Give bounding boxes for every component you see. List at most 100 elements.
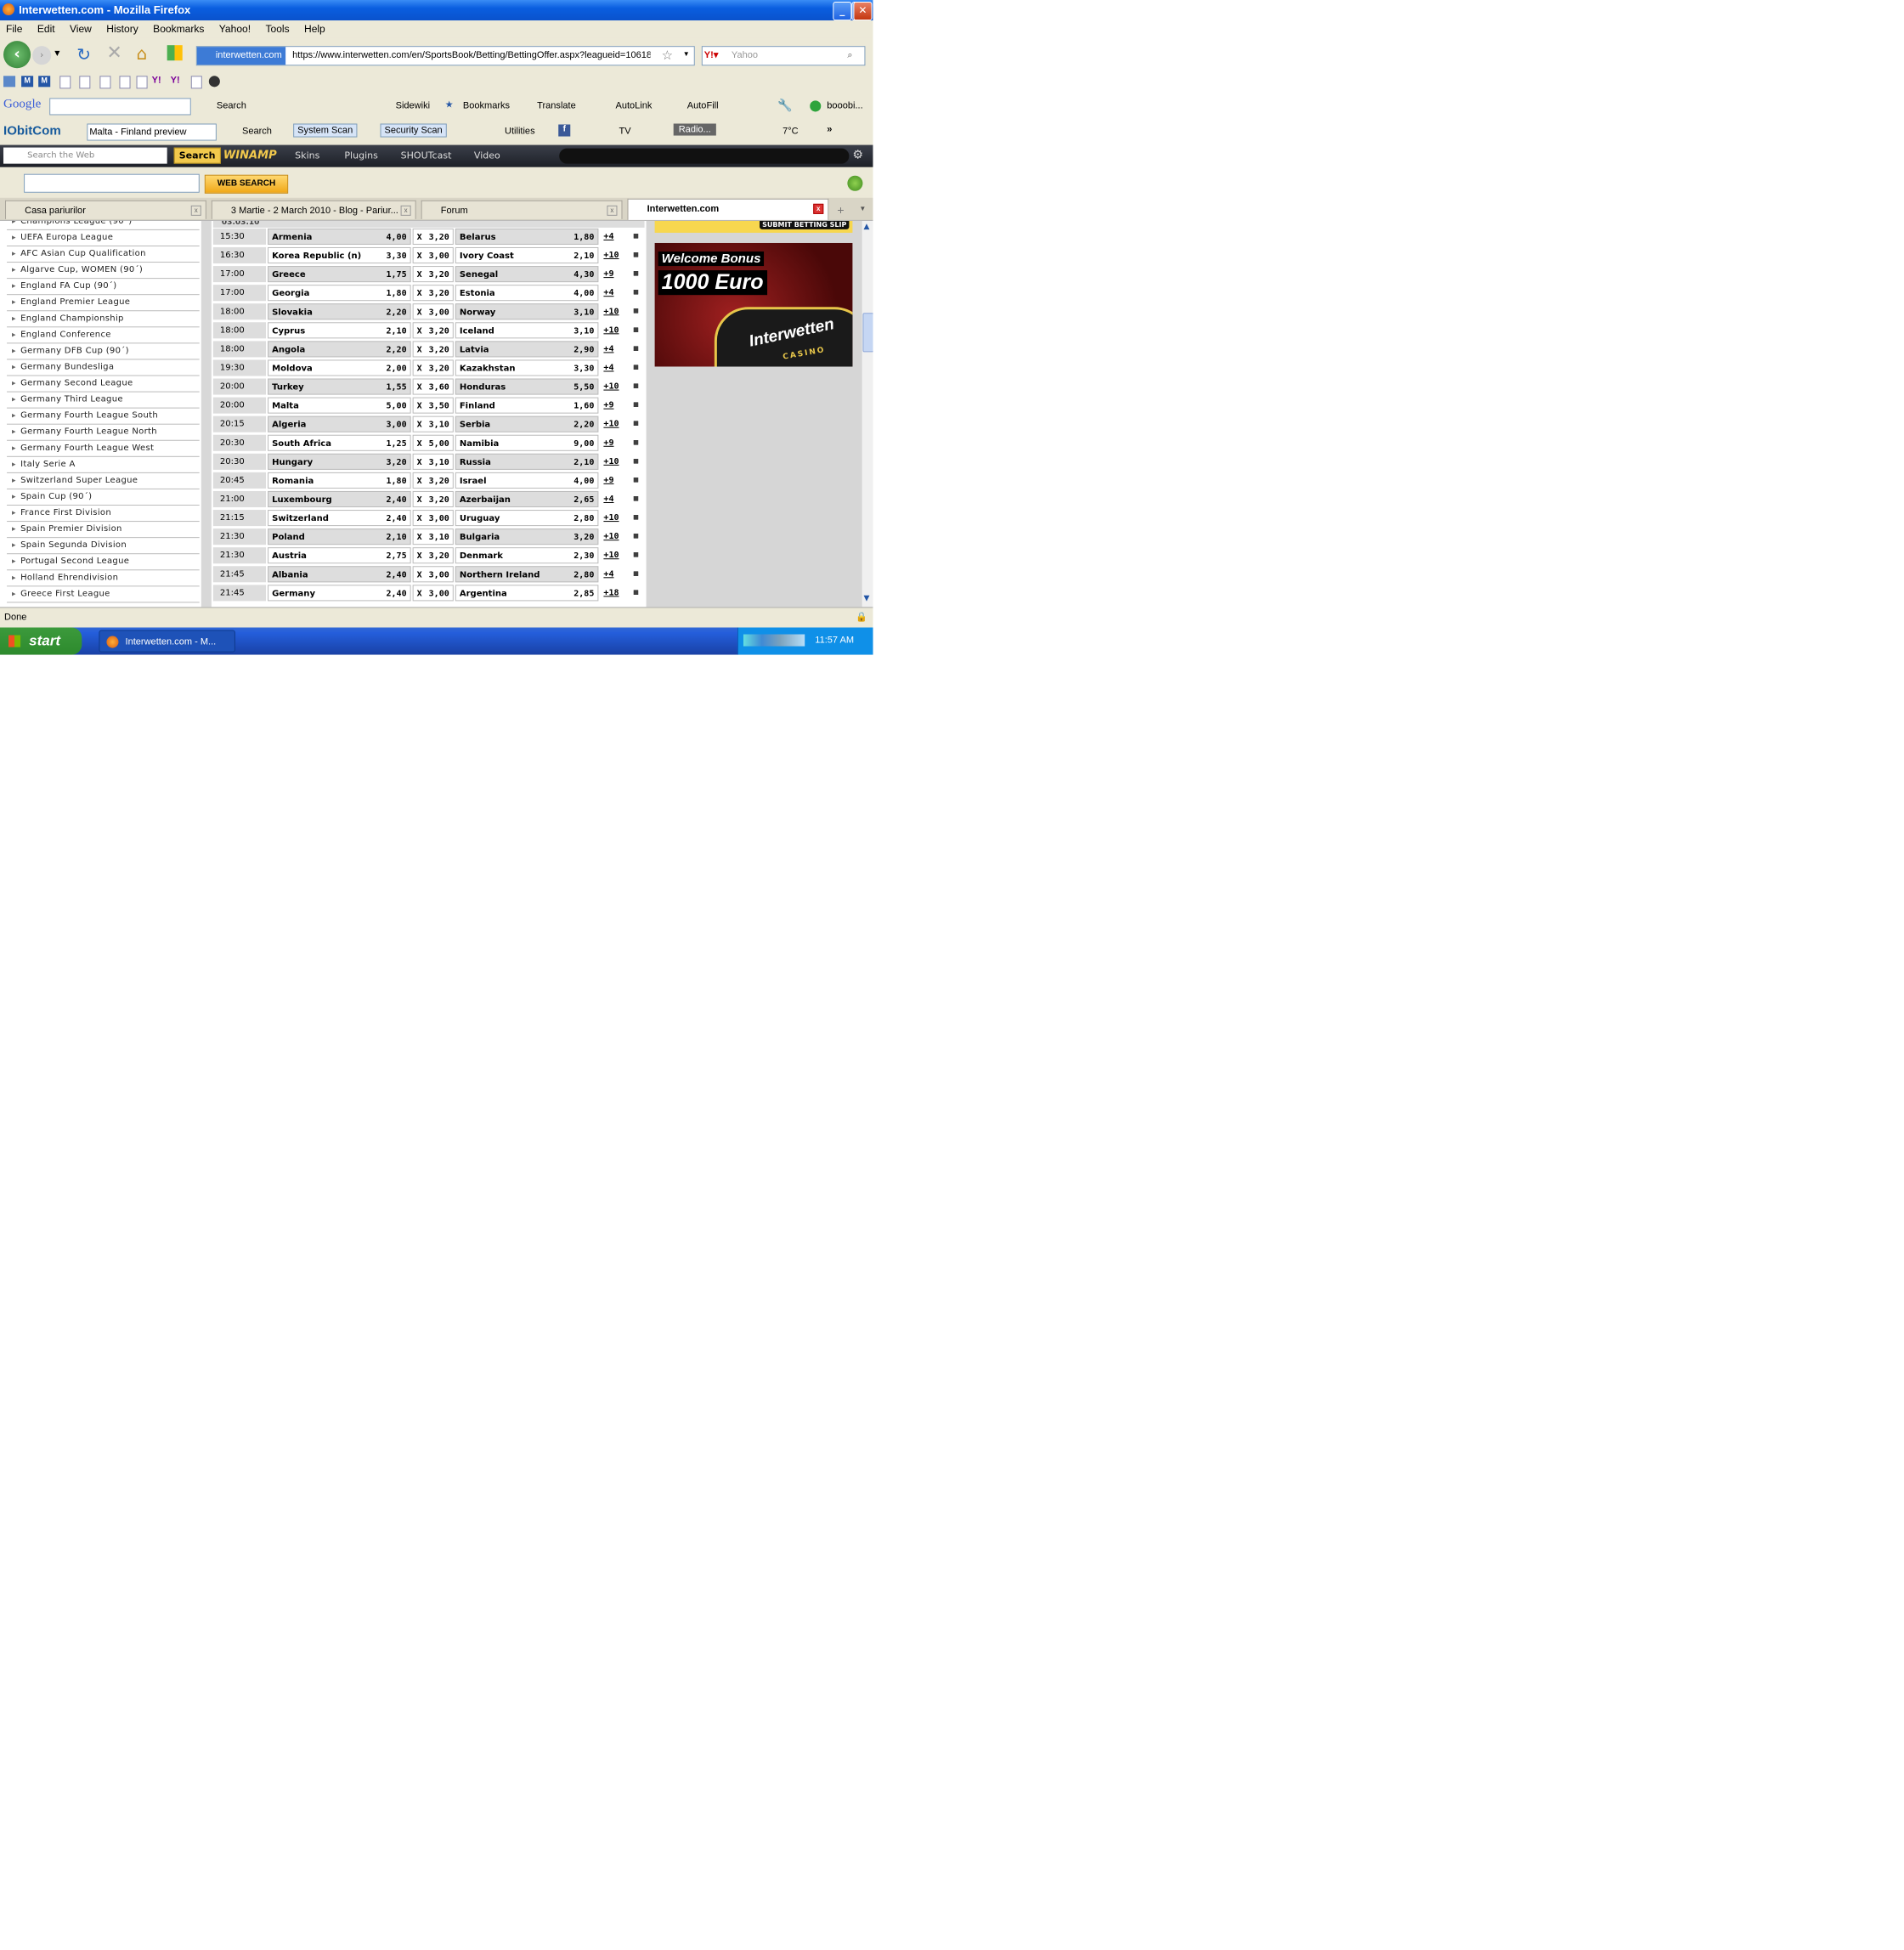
statistics-icon[interactable]: ▦ [629, 510, 643, 527]
away-team-odds-button[interactable]: Kazakhstan 3,30 [455, 359, 599, 376]
websearch-button[interactable]: WEB SEARCH [204, 174, 289, 194]
bookmark-m-icon[interactable]: M [38, 76, 51, 88]
url-bar[interactable]: interwetten.com https://www.interwetten.… [195, 46, 695, 66]
draw-odds-button[interactable]: X 3,10 [412, 453, 454, 470]
tab-close-icon[interactable]: x [607, 205, 618, 216]
away-team-odds-button[interactable]: Finland 1,60 [455, 397, 599, 414]
draw-odds-button[interactable]: X 3,20 [412, 359, 454, 376]
away-team-odds-button[interactable]: Estonia 4,00 [455, 285, 599, 302]
away-team-odds-button[interactable]: Northern Ireland 2,80 [455, 566, 599, 583]
sidebar-league[interactable]: Spain Segunda Division [7, 538, 200, 555]
utilities-button[interactable]: Utilities [505, 127, 535, 137]
tray-icons[interactable] [743, 634, 805, 647]
statistics-icon[interactable]: ▦ [629, 453, 643, 470]
statistics-icon[interactable]: ▦ [629, 566, 643, 583]
sidebar-league[interactable]: AFC Asian Cup Qualification [7, 246, 200, 263]
forward-button[interactable]: › [32, 46, 52, 65]
google-user-button[interactable]: booobi... [827, 100, 862, 110]
video-menu[interactable]: Video [474, 150, 500, 161]
draw-odds-button[interactable]: X 3,20 [412, 322, 454, 339]
home-team-odds-button[interactable]: Luxembourg 2,40 [268, 490, 411, 508]
more-bets-link[interactable]: +10 [600, 246, 628, 264]
plugins-menu[interactable]: Plugins [344, 150, 378, 161]
tab-close-icon[interactable]: x [813, 203, 824, 214]
away-team-odds-button[interactable]: Belarus 1,80 [455, 228, 599, 245]
sidebar-league[interactable]: Spain Cup (90´) [7, 489, 200, 506]
sidebar-league[interactable]: Champions League (90´) [7, 221, 200, 230]
autofill-button[interactable]: AutoFill [687, 100, 719, 110]
minimize-button[interactable]: _ [833, 2, 852, 21]
tab-forum[interactable]: Forum x [421, 200, 623, 219]
statistics-icon[interactable]: ▦ [629, 228, 643, 245]
google-search-input[interactable] [49, 98, 191, 116]
tab-casa-pariurilor[interactable]: Casa pariurilor x [5, 200, 206, 219]
draw-odds-button[interactable]: X 3,00 [412, 303, 454, 320]
url-text[interactable]: https://www.interwetten.com/en/SportsBoo… [292, 47, 650, 65]
home-team-odds-button[interactable]: Angola 2,20 [268, 341, 411, 358]
sidewiki-button[interactable]: Sidewiki [396, 100, 430, 110]
tv-button[interactable]: TV [619, 127, 630, 137]
away-team-odds-button[interactable]: Uruguay 2,80 [455, 510, 599, 527]
winamp-search-input[interactable]: Search the Web [3, 147, 167, 164]
more-bets-link[interactable]: +4 [600, 490, 628, 508]
away-team-odds-button[interactable]: Norway 3,10 [455, 303, 599, 320]
sidebar-league[interactable]: Germany Fourth League South [7, 409, 200, 425]
more-bets-link[interactable]: +10 [600, 415, 628, 432]
statistics-icon[interactable]: ▦ [629, 285, 643, 302]
winamp-settings-icon[interactable]: ⚙ [852, 149, 863, 162]
draw-odds-button[interactable]: X 3,20 [412, 266, 454, 283]
more-chevron-icon[interactable]: » [827, 124, 832, 134]
more-bets-link[interactable]: +9 [600, 472, 628, 489]
home-team-odds-button[interactable]: Greece 1,75 [268, 266, 411, 283]
translate-button[interactable]: Translate [537, 100, 576, 110]
bookmark-m-icon[interactable]: M [21, 76, 34, 88]
sidebar-league[interactable]: Germany Third League [7, 393, 200, 409]
draw-odds-button[interactable]: X 5,00 [412, 434, 454, 451]
draw-odds-button[interactable]: X 3,00 [412, 585, 454, 602]
tab-list-dropdown[interactable]: ▼ [859, 205, 866, 212]
statistics-icon[interactable]: ▦ [629, 246, 643, 264]
statistics-icon[interactable]: ▦ [629, 359, 643, 376]
site-identity-button[interactable]: interwetten.com [196, 47, 285, 65]
statistics-icon[interactable]: ▦ [629, 266, 643, 283]
draw-odds-button[interactable]: X 3,10 [412, 528, 454, 545]
away-team-odds-button[interactable]: Russia 2,10 [455, 453, 599, 470]
statistics-icon[interactable]: ▦ [629, 303, 643, 320]
statistics-icon[interactable]: ▦ [629, 397, 643, 414]
more-bets-link[interactable]: +4 [600, 341, 628, 358]
home-team-odds-button[interactable]: Germany 2,40 [268, 585, 411, 602]
away-team-odds-button[interactable]: Argentina 2,85 [455, 585, 599, 602]
home-team-odds-button[interactable]: Algeria 3,00 [268, 415, 411, 432]
home-team-odds-button[interactable]: Poland 2,10 [268, 528, 411, 545]
back-button[interactable]: ‹ [3, 41, 31, 69]
draw-odds-button[interactable]: X 3,20 [412, 228, 454, 245]
weather-button[interactable]: 7°C [783, 127, 799, 137]
bookmark-page-icon[interactable] [136, 76, 148, 89]
yahoo-bookmark-icon[interactable]: Y! [171, 75, 180, 85]
home-team-odds-button[interactable]: Turkey 1,55 [268, 378, 411, 395]
more-bets-link[interactable]: +4 [600, 566, 628, 583]
bookmark-page-icon[interactable] [99, 76, 111, 89]
home-team-odds-button[interactable]: Cyprus 2,10 [268, 322, 411, 339]
sidebar-league[interactable]: Portugal Second League [7, 554, 200, 571]
sidebar-league[interactable]: England Championship [7, 311, 200, 328]
away-team-odds-button[interactable]: Bulgaria 3,20 [455, 528, 599, 545]
more-bets-link[interactable]: +10 [600, 378, 628, 395]
home-team-odds-button[interactable]: Georgia 1,80 [268, 285, 411, 302]
draw-odds-button[interactable]: X 3,00 [412, 246, 454, 264]
statistics-icon[interactable]: ▦ [629, 341, 643, 358]
home-team-odds-button[interactable]: Hungary 3,20 [268, 453, 411, 470]
more-bets-link[interactable]: +10 [600, 303, 628, 320]
sidebar-league[interactable]: UEFA Europa League [7, 230, 200, 246]
reload-icon[interactable]: ↻ [76, 44, 91, 65]
wrench-icon[interactable]: 🔧 [777, 98, 792, 112]
menu-tools[interactable]: Tools [265, 23, 289, 35]
taskbar-firefox-item[interactable]: Interwetten.com - M... [99, 630, 235, 653]
sidebar-league[interactable]: Germany Fourth League North [7, 425, 200, 441]
yahoo-engine-icon[interactable]: Y!▾ [704, 47, 719, 65]
scroll-down-icon[interactable]: ▼ [863, 594, 869, 602]
sidebar-league[interactable]: England FA Cup (90´) [7, 279, 200, 296]
more-bets-link[interactable]: +9 [600, 397, 628, 414]
sidebar-league[interactable]: Germany Fourth League West [7, 441, 200, 457]
away-team-odds-button[interactable]: Senegal 4,30 [455, 266, 599, 283]
